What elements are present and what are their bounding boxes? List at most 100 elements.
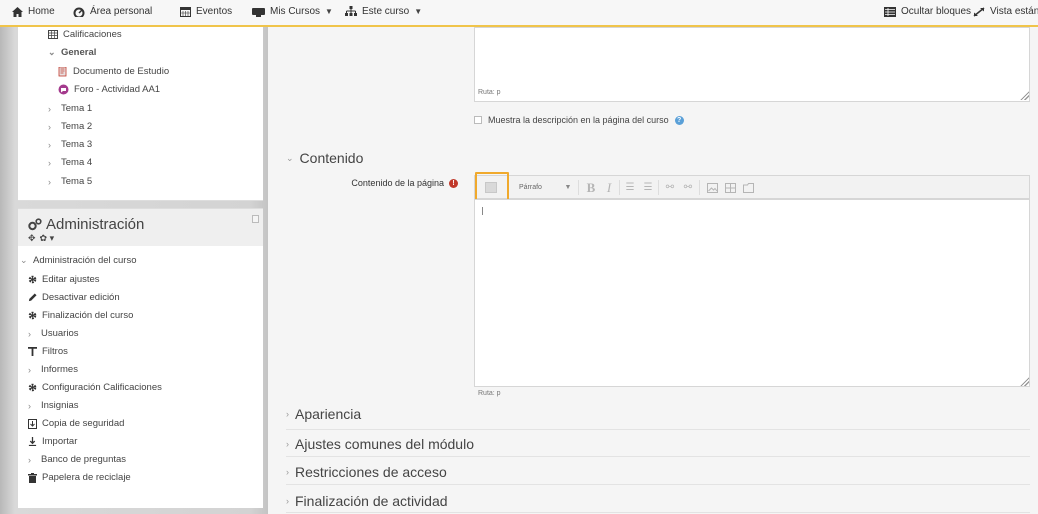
table-icon <box>48 30 58 39</box>
courses-icon <box>252 7 265 17</box>
dropdown-arrow-icon[interactable]: ▼ <box>563 181 573 194</box>
dock-icon[interactable] <box>252 215 259 223</box>
ordered-list-icon[interactable]: ☰ <box>641 181 655 194</box>
resize-handle-icon[interactable] <box>1020 377 1029 386</box>
nav-home-label: Home <box>28 6 55 17</box>
admin-item-grade-setup[interactable]: Configuración Calificaciones <box>28 382 162 393</box>
tree-item-topic[interactable]: › Tema 4 <box>48 157 92 168</box>
nav-my-courses[interactable]: Mis Cursos ▼ <box>252 6 333 17</box>
standard-view-button[interactable]: Vista estánda <box>973 6 1038 17</box>
description-editor-area[interactable] <box>474 27 1030 102</box>
admin-item-toggle-edit[interactable]: Desactivar edición <box>28 292 120 303</box>
gear-icon <box>28 311 37 320</box>
home-icon <box>12 6 23 17</box>
section-common-settings-header[interactable]: › Ajustes comunes del módulo <box>286 436 474 452</box>
help-icon[interactable]: ? <box>674 115 684 125</box>
admin-item-label: Banco de preguntas <box>41 454 127 465</box>
chevron-right-icon: › <box>286 467 289 477</box>
expand-icon <box>973 6 985 17</box>
hide-blocks-button[interactable]: Ocultar bloques <box>884 6 971 17</box>
paragraph-format-select[interactable]: Párrafo <box>519 181 563 194</box>
tree-item-forum[interactable]: Foro - Actividad AA1 <box>58 84 160 95</box>
gear-menu-icon[interactable]: ✿ ▾ <box>40 233 55 244</box>
admin-item-edit-settings[interactable]: Editar ajustes <box>28 274 100 285</box>
show-description-checkbox[interactable] <box>474 116 482 124</box>
nav-this-course[interactable]: Este curso ▼ <box>345 6 422 17</box>
tree-item-topic[interactable]: › Tema 1 <box>48 103 92 114</box>
admin-block-header: Administración ✥ ✿ ▾ <box>18 208 263 246</box>
page-content-editor-area[interactable] <box>474 199 1030 387</box>
tree-item-topic[interactable]: › Tema 2 <box>48 121 92 132</box>
toolbar-separator <box>699 180 700 195</box>
admin-item-label: Copia de seguridad <box>42 418 125 429</box>
admin-item-label: Finalización del curso <box>42 310 134 321</box>
nav-home[interactable]: Home <box>12 6 55 17</box>
admin-item-label: Desactivar edición <box>42 292 120 303</box>
tree-item-grades[interactable]: Calificaciones <box>48 29 122 40</box>
top-navbar: Home Área personal Eventos Mis Cursos ▼ … <box>0 0 1038 27</box>
text-cursor <box>482 207 483 215</box>
content-path: Ruta: p <box>478 390 501 397</box>
chevron-right-icon: › <box>48 139 51 150</box>
tree-item-topic[interactable]: › Tema 5 <box>48 176 92 187</box>
chevron-down-icon: ⌄ <box>20 255 28 265</box>
tree-item-topic-label: Tema 2 <box>61 121 93 132</box>
move-icon[interactable]: ✥ <box>28 233 36 244</box>
tree-item-general-label: General <box>61 47 97 58</box>
nav-this-course-label: Este curso <box>362 6 410 17</box>
section-contenido-header[interactable]: ⌄ Contenido <box>286 150 363 166</box>
tree-item-topic[interactable]: › Tema 3 <box>48 139 92 150</box>
tree-item-study-doc[interactable]: Documento de Estudio <box>58 66 169 77</box>
tree-item-general[interactable]: ⌄ General <box>48 47 96 58</box>
unordered-list-icon[interactable]: ☰ <box>623 181 637 194</box>
admin-item-backup[interactable]: Copia de seguridad <box>28 418 124 429</box>
backup-file-icon <box>28 418 37 429</box>
unlink-icon[interactable]: ⚯ <box>681 181 695 194</box>
show-description-label: Muestra la descripción en la página del … <box>488 115 669 125</box>
section-divider <box>286 484 1030 485</box>
image-icon[interactable] <box>705 181 719 194</box>
nav-personal-area[interactable]: Área personal <box>73 6 152 17</box>
filter-icon <box>28 347 37 356</box>
file-manager-icon[interactable] <box>741 181 755 194</box>
admin-item-label: Editar ajustes <box>42 274 100 285</box>
admin-block-tools: ✥ ✿ ▾ <box>28 233 54 244</box>
admin-item-question-bank[interactable]: › Banco de preguntas <box>28 454 126 465</box>
show-description-row: Muestra la descripción en la página del … <box>474 115 684 125</box>
section-apariencia-header[interactable]: › Apariencia <box>286 406 361 422</box>
admin-item-completion[interactable]: Finalización del curso <box>28 310 133 321</box>
navigation-block: Calificaciones ⌄ General Documento de Es… <box>18 27 263 201</box>
calendar-icon <box>180 7 191 17</box>
sitemap-icon <box>345 6 357 16</box>
italic-icon[interactable]: I <box>602 180 616 195</box>
bold-icon[interactable]: B <box>584 180 598 195</box>
tree-item-forum-label: Foro - Actividad AA1 <box>74 84 161 95</box>
tree-item-course-admin[interactable]: ⌄ Administración del curso <box>20 255 137 266</box>
chevron-right-icon: › <box>286 439 289 449</box>
nav-events[interactable]: Eventos <box>180 6 232 17</box>
media-icon[interactable] <box>723 181 737 194</box>
section-divider <box>286 429 1030 430</box>
admin-item-recycle-bin[interactable]: Papelera de reciclaje <box>28 472 131 483</box>
admin-item-filters[interactable]: Filtros <box>28 346 68 357</box>
import-icon <box>28 437 37 446</box>
link-icon[interactable]: ⚯ <box>663 181 677 194</box>
admin-title-label: Administración <box>46 216 145 233</box>
section-title: Finalización de actividad <box>295 493 448 509</box>
chevron-down-icon: ⌄ <box>286 152 294 163</box>
admin-block-title: Administración <box>28 216 144 233</box>
admin-item-users[interactable]: › Usuarios <box>28 328 79 339</box>
admin-item-reports[interactable]: › Informes <box>28 364 78 375</box>
section-access-restrictions-header[interactable]: › Restricciones de acceso <box>286 464 447 480</box>
tree-item-topic-label: Tema 4 <box>61 157 93 168</box>
tree-item-topic-label: Tema 5 <box>61 176 93 187</box>
toolbar-separator <box>658 180 659 195</box>
admin-item-label: Filtros <box>42 346 68 357</box>
dashboard-icon <box>73 7 85 17</box>
chevron-right-icon: › <box>286 496 289 506</box>
nav-events-label: Eventos <box>196 6 233 17</box>
section-activity-completion-header[interactable]: › Finalización de actividad <box>286 493 448 509</box>
resize-handle-icon[interactable] <box>1020 91 1029 100</box>
admin-item-badges[interactable]: › Insignias <box>28 400 79 411</box>
admin-item-import[interactable]: Importar <box>28 436 77 447</box>
